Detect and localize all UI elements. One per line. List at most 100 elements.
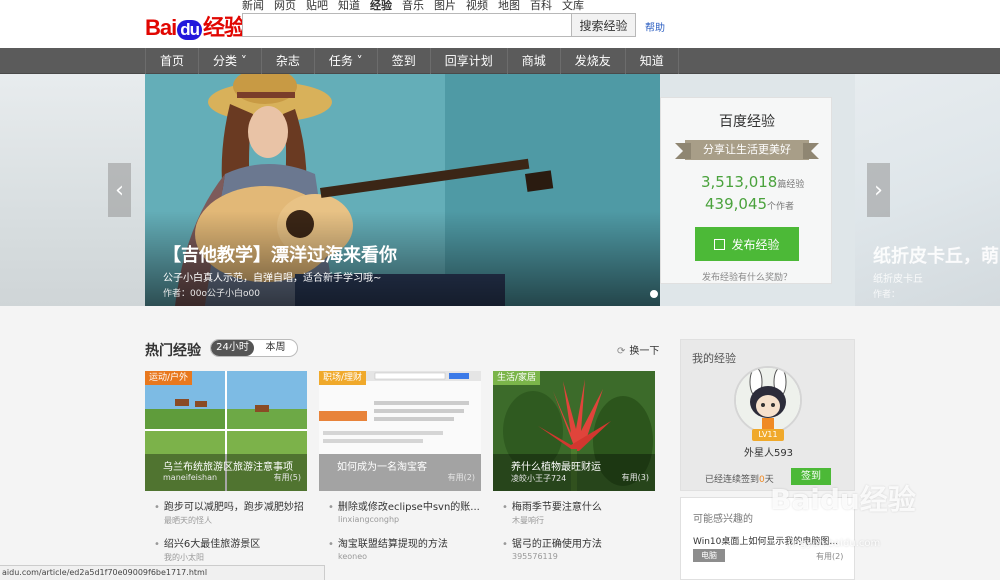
list-item-title: 淘宝联盟结算提现的方法 [328, 535, 448, 550]
header: Bai du 经验 新闻 网页 贴吧 知道 经验 音乐 图片 视频 地图 百科 文库… [0, 0, 1000, 48]
author-count-unit: 个作者 [767, 202, 795, 212]
watermark-url: jingyan.baidu.com [788, 538, 881, 549]
refresh-icon: ⟳ [617, 346, 626, 357]
logo-paw: du [177, 20, 203, 40]
slide-title[interactable]: 【吉他教学】漂洋过海来看你 [163, 241, 397, 267]
hot-section-title: 热门经验 [145, 343, 201, 359]
list-item-author: 395576119 [512, 552, 558, 561]
article-count: 3,513,018篇经验 [701, 173, 804, 191]
status-bar-url: aidu.com/article/ed2a5d1f70e09009f6be171… [0, 565, 325, 580]
list-item[interactable]: 删除或修改eclipse中svn的账... linxiangconghp [328, 498, 480, 524]
list-item-author: 木曼响行 [512, 516, 544, 525]
carousel-prev-button[interactable]: ‹ [108, 163, 131, 217]
topnav-item[interactable]: 百科 [530, 0, 552, 13]
slide-author: 作者：00o公子小白o00 [163, 289, 260, 299]
tab-24h[interactable]: 24小时 [211, 340, 254, 356]
nav-mall[interactable]: 商城 [508, 48, 561, 74]
username[interactable]: 外星人593 [681, 444, 856, 459]
list-item[interactable]: 绍兴6大最佳旅游景区我的小太阳 [154, 535, 260, 563]
logo-text-jingyan: 经验 [203, 15, 246, 40]
card-title: 养什么植物最旺财运 [511, 462, 601, 473]
search-button[interactable]: 搜索经验 [571, 13, 636, 37]
nav-task[interactable]: 任务 ˅ [315, 48, 378, 74]
hot-card[interactable]: 生活/家居 养什么植物最旺财运 凌皎小王子724 有用(3) [493, 371, 655, 491]
topnav-item-active[interactable]: 经验 [370, 0, 392, 13]
main-nav: 首页 分类 ˅ 杂志 任务 ˅ 签到 回享计划 商城 发烧友 知道 [0, 48, 1000, 74]
topnav-item[interactable]: 网页 [274, 0, 296, 13]
card-title: 乌兰布统旅游区旅游注意事项 [163, 462, 293, 473]
carousel-dots [650, 290, 660, 298]
topnav-item[interactable]: 音乐 [402, 0, 424, 13]
hot-card[interactable]: 运动/户外 乌兰布统旅游区旅游注意事项 maneifeishan 有用(5) [145, 371, 307, 491]
banner-carousel: 纸折皮卡丘，萌 纸折皮卡丘 作者： 【吉他教学】漂洋过海来看你 公子小白真人示范… [0, 74, 1000, 306]
card-title: 如何成为一名淘宝客 [337, 462, 427, 473]
slogan-ribbon: 分享让生活更美好 [675, 140, 819, 160]
interest-useful-count: 有用(2) [816, 552, 844, 561]
page: Bai du 经验 新闻 网页 贴吧 知道 经验 音乐 图片 视频 地图 百科 文库… [0, 0, 1000, 580]
category-tag: 生活/家居 [493, 371, 541, 385]
list-item[interactable]: 锯弓的正确使用方法 395576119 [502, 535, 602, 561]
list-item[interactable]: 梅雨季节要注意什么木曼响行 [502, 498, 602, 526]
carousel-next-button[interactable]: › [867, 163, 890, 217]
hot-period-toggle: 24小时 本周 [210, 339, 298, 357]
list-item-author: 我的小太阳 [164, 553, 204, 562]
interest-tag[interactable]: 电脑 [693, 549, 725, 562]
publish-label: 发布经验 [731, 237, 780, 252]
nav-category[interactable]: 分类 ˅ [199, 48, 262, 74]
refresh-label: 换一下 [629, 346, 660, 357]
search-input[interactable] [242, 13, 572, 37]
reward-link[interactable]: 发布经验有什么奖励？ [661, 270, 833, 283]
topnav-item[interactable]: 新闻 [242, 0, 264, 13]
sign-text-pre: 已经连续 [705, 475, 742, 485]
topnav-item[interactable]: 知道 [338, 0, 360, 13]
card-useful-count: 有用(3) [621, 473, 649, 482]
card-author: 凌皎小王子724 [511, 474, 567, 483]
next-slide-author: 作者： [873, 290, 901, 300]
author-count-value: 439,045 [705, 195, 768, 213]
author-count: 439,045个作者 [705, 195, 794, 213]
slide-subtitle: 公子小白真人示范，自弹自唱，适合新手学习哦~ [163, 273, 382, 284]
sign-streak-text: 已经连续签到0天 [705, 472, 774, 485]
list-item[interactable]: 跑步可以减肥吗，跑步减肥妙招最晒天的怪人 [154, 498, 304, 526]
list-item-title: 删除或修改eclipse中svn的账... [328, 498, 480, 513]
carousel-dot-active[interactable] [650, 290, 658, 298]
next-slide-title: 纸折皮卡丘，萌 [873, 246, 999, 267]
list-item-title: 梅雨季节要注意什么 [502, 498, 602, 513]
avatar[interactable] [734, 366, 802, 434]
banner-slide[interactable]: 【吉他教学】漂洋过海来看你 公子小白真人示范，自弹自唱，适合新手学习哦~ 作者：… [145, 74, 660, 306]
refresh-button[interactable]: ⟳ 换一下 [617, 342, 659, 357]
topnav-item[interactable]: 视频 [466, 0, 488, 13]
nav-magazine[interactable]: 杂志 [262, 48, 315, 74]
sign-text-mid: 签到 [741, 475, 760, 485]
list-item-author: linxiangconghp [338, 515, 400, 524]
nav-home[interactable]: 首页 [145, 48, 200, 74]
list-item-title: 绍兴6大最佳旅游景区 [154, 535, 260, 550]
topnav-item[interactable]: 图片 [434, 0, 456, 13]
topnav-item[interactable]: 贴吧 [306, 0, 328, 13]
help-link[interactable]: 帮助 [645, 19, 665, 34]
list-item-author: 最晒天的怪人 [164, 516, 212, 525]
my-experience-title: 我的经验 [692, 352, 736, 365]
topnav-item[interactable]: 文库 [562, 0, 584, 13]
topnav-item[interactable]: 地图 [498, 0, 520, 13]
category-tag: 运动/户外 [145, 371, 193, 385]
article-count-unit: 篇经验 [777, 180, 805, 190]
article-count-value: 3,513,018 [701, 173, 778, 191]
next-slide-subtitle: 纸折皮卡丘 [873, 274, 923, 285]
tab-week[interactable]: 本周 [254, 340, 297, 356]
card-author: maneifeishan [163, 473, 218, 482]
card-useful-count: 有用(5) [273, 473, 301, 482]
nav-reward-plan[interactable]: 回享计划 [431, 48, 508, 74]
nav-signin[interactable]: 签到 [378, 48, 431, 74]
nav-fans[interactable]: 发烧友 [561, 48, 626, 74]
baidu-jingyan-logo[interactable]: Bai du 经验 [145, 10, 246, 42]
watermark-logo: Baidu经验 [770, 483, 916, 516]
hot-card[interactable]: 职场/理财 如何成为一名淘宝客 有用(2) [319, 371, 481, 491]
list-item[interactable]: 淘宝联盟结算提现的方法 keoneo [328, 535, 448, 561]
stats-panel: 百度经验 分享让生活更美好 3,513,018篇经验 439,045个作者 发布… [660, 97, 832, 284]
bunny-avatar-icon [736, 368, 800, 432]
stats-title: 百度经验 [719, 114, 775, 130]
level-badge: LV11 [752, 429, 784, 441]
publish-button[interactable]: 发布经验 [695, 227, 799, 261]
nav-zhidao[interactable]: 知道 [626, 48, 679, 74]
